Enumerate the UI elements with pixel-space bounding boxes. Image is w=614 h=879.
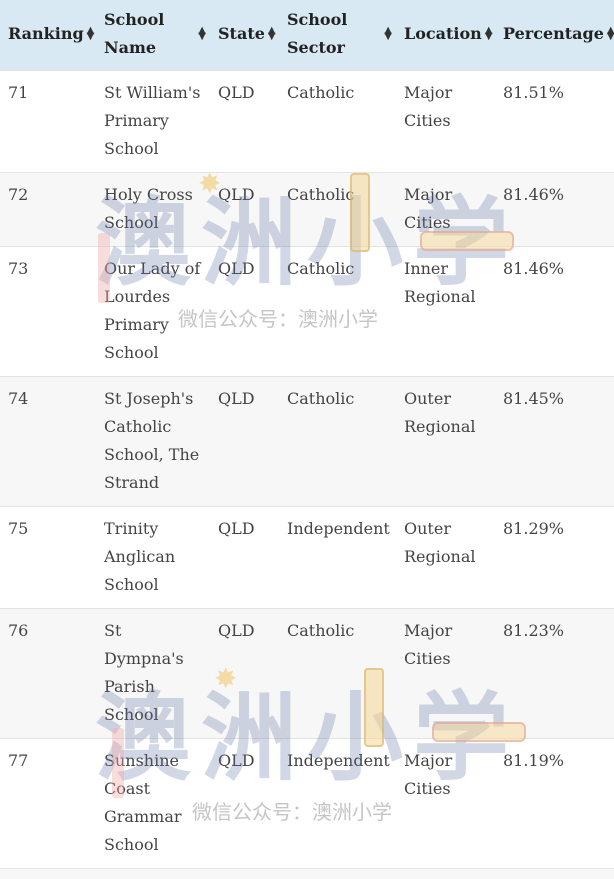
cell-state: QLD [210, 739, 279, 869]
cell-state: QLD [210, 247, 279, 377]
table-row: 74 St Joseph's Catholic School, The Stra… [0, 377, 614, 507]
cell-location: Major Cities [396, 71, 495, 173]
cell-school-sector: Catholic [279, 609, 396, 739]
cell-percentage: 81.51% [495, 71, 614, 173]
cell-school-name: Our Lady of Lourdes Primary School [96, 247, 210, 377]
column-header-label: Location [404, 20, 482, 48]
column-header-label: School Sector [287, 6, 381, 62]
cell-state: QLD [210, 609, 279, 739]
sort-both-icon[interactable]: ▲▼ [268, 28, 276, 40]
cell-ranking: 73 [0, 247, 96, 377]
cell-state: QLD [210, 173, 279, 247]
cell-state: QLD [210, 507, 279, 609]
sort-both-icon[interactable]: ▲▼ [384, 28, 392, 40]
table-body: 71 St William's Primary School QLD Catho… [0, 71, 614, 879]
column-header-school-sector[interactable]: School Sector▲▼ [279, 0, 396, 71]
column-header-location[interactable]: Location▲▼ [396, 0, 495, 71]
cell-location: Major Cities [396, 739, 495, 869]
cell-empty [495, 869, 614, 879]
table-row: 71 St William's Primary School QLD Catho… [0, 71, 614, 173]
cell-school-name: St William's Primary School [96, 71, 210, 173]
sort-both-icon[interactable]: ▲▼ [198, 28, 206, 40]
cell-empty [0, 869, 96, 879]
cell-school-sector: Catholic [279, 71, 396, 173]
cell-percentage: 81.46% [495, 247, 614, 377]
column-header-school-name[interactable]: School Name▲▼ [96, 0, 210, 71]
cell-school-sector: Catholic [279, 173, 396, 247]
cell-empty [210, 869, 279, 879]
sort-both-icon[interactable]: ▲▼ [607, 28, 614, 40]
cell-school-name: Sunshine Coast Grammar School [96, 739, 210, 869]
table-row: 72 Holy Cross School QLD Catholic Major … [0, 173, 614, 247]
cell-location: Outer Regional [396, 377, 495, 507]
cell-location: Inner Regional [396, 247, 495, 377]
cell-location: Major Cities [396, 609, 495, 739]
cell-school-sector: Independent [279, 739, 396, 869]
cell-location: Outer Regional [396, 507, 495, 609]
table-row: 76 St Dympna's Parish School QLD Catholi… [0, 609, 614, 739]
cell-ranking: 74 [0, 377, 96, 507]
header-row: Ranking▲▼ School Name▲▼ State▲▼ School S… [0, 0, 614, 71]
cell-empty [279, 869, 396, 879]
cell-school-name: Trinity Anglican School [96, 507, 210, 609]
table-header: Ranking▲▼ School Name▲▼ State▲▼ School S… [0, 0, 614, 71]
cell-school-sector: Catholic [279, 377, 396, 507]
cell-percentage: 81.29% [495, 507, 614, 609]
school-ranking-table: Ranking▲▼ School Name▲▼ State▲▼ School S… [0, 0, 614, 879]
cell-school-sector: Catholic [279, 247, 396, 377]
sort-both-icon[interactable]: ▲▼ [485, 28, 493, 40]
cell-state: QLD [210, 377, 279, 507]
column-header-label: Percentage [503, 20, 604, 48]
table-row-partial [0, 869, 614, 879]
cell-percentage: 81.23% [495, 609, 614, 739]
column-header-label: School Name [104, 6, 195, 62]
cell-percentage: 81.45% [495, 377, 614, 507]
cell-ranking: 77 [0, 739, 96, 869]
column-header-label: Ranking [8, 20, 84, 48]
sort-both-icon[interactable]: ▲▼ [87, 28, 95, 40]
cell-empty [396, 869, 495, 879]
column-header-state[interactable]: State▲▼ [210, 0, 279, 71]
cell-school-sector: Independent [279, 507, 396, 609]
column-header-label: State [218, 20, 265, 48]
cell-ranking: 72 [0, 173, 96, 247]
cell-location: Major Cities [396, 173, 495, 247]
table-row: 73 Our Lady of Lourdes Primary School QL… [0, 247, 614, 377]
cell-ranking: 75 [0, 507, 96, 609]
cell-school-name: St Joseph's Catholic School, The Strand [96, 377, 210, 507]
cell-school-name: St Dympna's Parish School [96, 609, 210, 739]
cell-ranking: 76 [0, 609, 96, 739]
cell-percentage: 81.46% [495, 173, 614, 247]
cell-percentage: 81.19% [495, 739, 614, 869]
table-row: 77 Sunshine Coast Grammar School QLD Ind… [0, 739, 614, 869]
column-header-percentage[interactable]: Percentage▲▼ [495, 0, 614, 71]
table-row: 75 Trinity Anglican School QLD Independe… [0, 507, 614, 609]
cell-ranking: 71 [0, 71, 96, 173]
column-header-ranking[interactable]: Ranking▲▼ [0, 0, 96, 71]
cell-state: QLD [210, 71, 279, 173]
cell-school-name: Holy Cross School [96, 173, 210, 247]
cell-empty [96, 869, 210, 879]
